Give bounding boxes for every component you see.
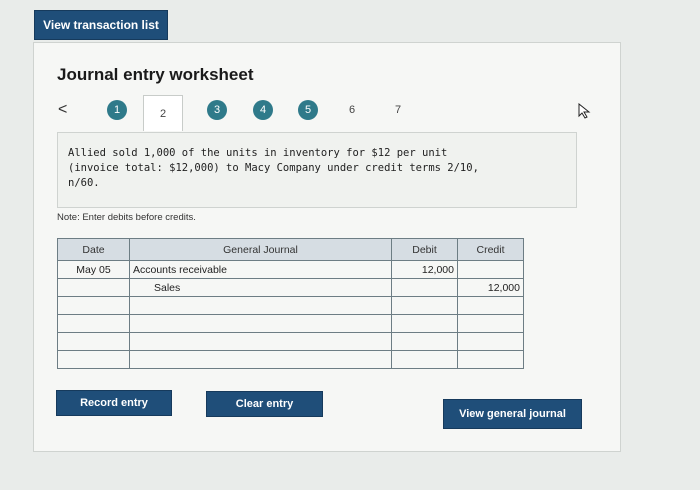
- previous-step-chevron-icon[interactable]: <: [58, 101, 67, 119]
- mouse-cursor-icon: [578, 103, 591, 119]
- credit-cell[interactable]: [457, 296, 524, 315]
- date-cell[interactable]: [57, 278, 130, 297]
- date-cell[interactable]: [57, 350, 130, 369]
- debit-cell[interactable]: [391, 296, 458, 315]
- account-cell[interactable]: [129, 332, 392, 351]
- date-cell[interactable]: [57, 296, 130, 315]
- table-row: [57, 314, 524, 333]
- table-row: Sales 12,000: [57, 278, 524, 297]
- clear-entry-button[interactable]: Clear entry: [206, 391, 323, 417]
- account-cell[interactable]: [129, 350, 392, 369]
- step-7[interactable]: 7: [388, 100, 408, 120]
- view-general-journal-button[interactable]: View general journal: [443, 399, 582, 429]
- credit-cell[interactable]: [457, 260, 524, 279]
- credit-cell[interactable]: [457, 332, 524, 351]
- debit-cell[interactable]: [391, 332, 458, 351]
- transaction-description: Allied sold 1,000 of the units in invent…: [68, 147, 479, 189]
- date-cell[interactable]: [57, 314, 130, 333]
- journal-table: Date General Journal Debit Credit May 05…: [57, 238, 524, 369]
- credit-cell[interactable]: [457, 350, 524, 369]
- account-cell[interactable]: Accounts receivable: [129, 260, 392, 279]
- date-header: Date: [57, 238, 130, 261]
- account-cell[interactable]: Sales: [129, 278, 392, 297]
- step-5[interactable]: 5: [298, 100, 318, 120]
- table-row: [57, 296, 524, 315]
- journal-header-row: Date General Journal Debit Credit: [57, 238, 524, 261]
- step-3[interactable]: 3: [207, 100, 227, 120]
- view-transaction-list-button[interactable]: View transaction list: [34, 10, 168, 40]
- account-cell[interactable]: [129, 314, 392, 333]
- debit-header: Debit: [391, 238, 458, 261]
- worksheet-title: Journal entry worksheet: [57, 65, 254, 84]
- table-row: [57, 350, 524, 369]
- debit-cell[interactable]: [391, 350, 458, 369]
- table-row: [57, 332, 524, 351]
- record-entry-button[interactable]: Record entry: [56, 390, 172, 416]
- table-row: May 05 Accounts receivable 12,000: [57, 260, 524, 279]
- step-4[interactable]: 4: [253, 100, 273, 120]
- date-cell[interactable]: [57, 332, 130, 351]
- step-2-active-tab[interactable]: 2: [143, 95, 183, 131]
- debit-cell[interactable]: 12,000: [391, 260, 458, 279]
- debit-cell[interactable]: [391, 314, 458, 333]
- debit-cell[interactable]: [391, 278, 458, 297]
- step-1[interactable]: 1: [107, 100, 127, 120]
- general-journal-header: General Journal: [129, 238, 392, 261]
- account-cell[interactable]: [129, 296, 392, 315]
- date-cell[interactable]: May 05: [57, 260, 130, 279]
- credit-cell[interactable]: 12,000: [457, 278, 524, 297]
- step-6[interactable]: 6: [342, 100, 362, 120]
- credit-header: Credit: [457, 238, 524, 261]
- credit-cell[interactable]: [457, 314, 524, 333]
- entry-note: Note: Enter debits before credits.: [57, 212, 196, 223]
